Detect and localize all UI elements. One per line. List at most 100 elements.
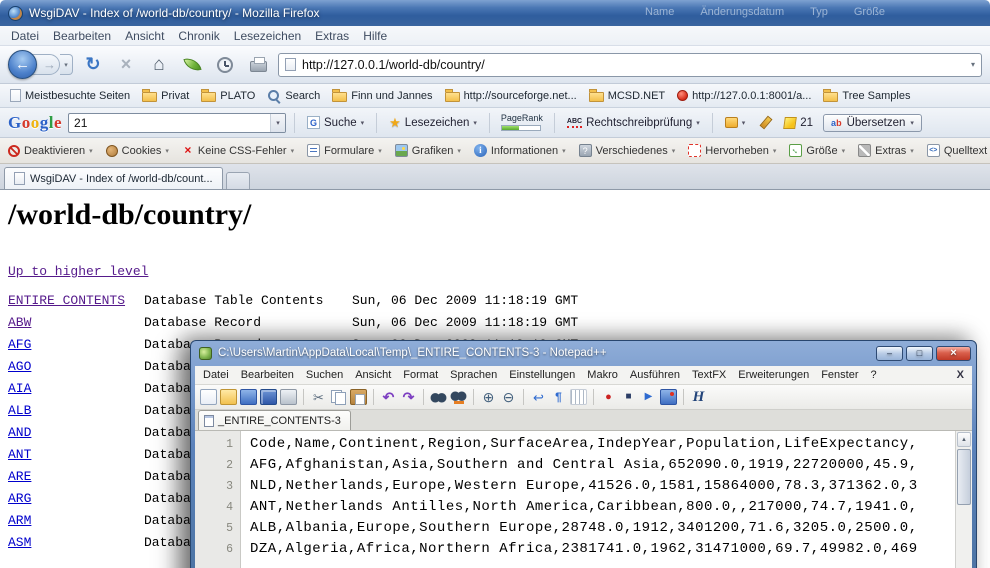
close-button[interactable] [936,346,971,361]
listing-link-abw[interactable]: ABW [0,315,144,330]
up-to-higher-level-link[interactable]: Up to higher level [8,264,148,279]
url-input[interactable]: http://127.0.0.1/world-db/country/ [302,58,485,72]
bookmark-privat[interactable]: Privat [142,89,189,102]
npp-save-button[interactable] [240,389,257,405]
listing-link-afg[interactable]: AFG [0,337,144,352]
npp-menu-erweiterungen[interactable]: Erweiterungen [732,369,815,381]
stop-button[interactable] [113,52,139,78]
bookmark-mcsd-net[interactable]: MCSD.NET [589,89,665,102]
npp-copy-button[interactable] [330,389,347,405]
webdev-quelltext[interactable]: Quelltext [927,144,990,157]
webdev-formulare[interactable]: Formulare [307,144,382,157]
url-dropdown-button[interactable] [971,60,975,69]
npp-word-wrap-button[interactable]: ↩ [530,389,547,405]
npp-print-button[interactable] [280,389,297,405]
listing-link-and[interactable]: AND [0,425,144,440]
translate-button[interactable]: Übersetzen [823,114,922,132]
scrollbar-thumb[interactable] [957,449,971,505]
npp-cut-button[interactable]: ✂ [310,389,327,405]
google-search-button[interactable]: Suche [303,114,368,131]
autofill-button[interactable] [755,114,774,131]
npp-menu-ausf-hren[interactable]: Ausführen [624,369,686,381]
webdev-deaktivieren[interactable]: Deaktivieren [8,145,93,157]
npp-menu-suchen[interactable]: Suchen [300,369,349,381]
send-to-button[interactable] [721,115,750,130]
firefox-menu-lesezeichen[interactable]: Lesezeichen [227,29,308,43]
npp-indent-guide-button[interactable] [570,389,587,405]
listing-link-entire-contents[interactable]: ENTIRE CONTENTS [0,293,144,308]
npp-menu-ansicht[interactable]: Ansicht [349,369,397,381]
firefox-menu-chronik[interactable]: Chronik [171,29,226,43]
bookmark-tree-samples[interactable]: Tree Samples [823,89,910,102]
spellcheck-button[interactable]: Rechtschreibprüfung [563,115,704,131]
listing-link-arm[interactable]: ARM [0,513,144,528]
minimize-button[interactable] [876,346,903,361]
npp-menu-datei[interactable]: Datei [197,369,235,381]
npp-record-macro-button[interactable]: ● [600,389,617,405]
listing-link-alb[interactable]: ALB [0,403,144,418]
npp-find-button[interactable] [430,389,447,405]
npp-document-tab[interactable]: _ENTIRE_CONTENTS-3 [198,410,351,430]
new-tab-stub[interactable] [226,172,250,189]
pagerank-indicator[interactable]: PageRank [498,114,546,131]
firefox-menu-bearbeiten[interactable]: Bearbeiten [46,29,118,43]
google-search-box[interactable] [68,113,286,133]
webdev-informationen[interactable]: Informationen [474,144,566,157]
webdev-extras[interactable]: Extras [858,144,914,157]
npp-menu-fenster[interactable]: Fenster [815,369,864,381]
bookmark-http-127-0-0-1-8001-a[interactable]: http://127.0.0.1:8001/a... [677,90,811,102]
webdev-gr-e[interactable]: Größe [789,144,845,157]
npp-menu-bearbeiten[interactable]: Bearbeiten [235,369,300,381]
webdev-grafiken[interactable]: Grafiken [395,144,461,157]
back-button[interactable] [8,50,37,79]
listing-link-aia[interactable]: AIA [0,381,144,396]
maximize-button[interactable] [906,346,933,361]
listing-link-arg[interactable]: ARG [0,491,144,506]
firefox-menu-extras[interactable]: Extras [308,29,356,43]
npp-html-preview-button[interactable]: H [690,389,707,405]
npp-redo-button[interactable]: ↷ [400,389,417,405]
npp-menu-textfx[interactable]: TextFX [686,369,732,381]
webdev-cookies[interactable]: Cookies [106,145,169,157]
npp-new-file-button[interactable] [200,389,217,405]
print-button[interactable] [245,52,271,78]
bookmark-plato[interactable]: PLATO [201,89,255,102]
listing-link-are[interactable]: ARE [0,469,144,484]
bookmark-search[interactable]: Search [267,89,320,103]
firefox-menu-hilfe[interactable]: Hilfe [356,29,394,43]
refresh-button[interactable] [80,52,106,78]
webdev-verschiedenes[interactable]: Verschiedenes [579,144,676,157]
bookmark-finn-und-jannes[interactable]: Finn und Jannes [332,89,432,102]
npp-open-file-button[interactable] [220,389,237,405]
highlight-button[interactable]: 21 [780,115,817,131]
scroll-up-button[interactable] [957,432,971,447]
npp-titlebar[interactable]: C:\Users\Martin\AppData\Local\Temp\_ENTI… [191,341,976,365]
npp-editor[interactable]: 123456 Code,Name,Continent,Region,Surfac… [195,431,972,568]
npp-zoom-out-button[interactable]: ⊖ [500,389,517,405]
npp-show-all-chars-button[interactable]: ¶ [550,389,567,405]
npp-replace-button[interactable] [450,389,467,405]
history-button[interactable] [212,52,238,78]
listing-link-ago[interactable]: AGO [0,359,144,374]
webdev-keine-css-fehler[interactable]: Keine CSS-Fehler [182,144,294,157]
bookmark-meistbesuchte-seiten[interactable]: Meistbesuchte Seiten [10,89,130,102]
firefox-menu-ansicht[interactable]: Ansicht [118,29,171,43]
url-bar[interactable]: http://127.0.0.1/world-db/country/ [278,53,982,77]
scrollbar-track[interactable] [956,506,972,568]
history-dropdown-button[interactable] [60,54,73,75]
bookmark-http-sourceforge-net[interactable]: http://sourceforge.net... [445,89,577,102]
google-search-input[interactable] [69,116,270,130]
npp-vertical-scrollbar[interactable] [955,431,972,568]
npp-zoom-in-button[interactable]: ⊕ [480,389,497,405]
listing-link-asm[interactable]: ASM [0,535,144,550]
npp-undo-button[interactable]: ↶ [380,389,397,405]
npp-paste-button[interactable] [350,389,367,405]
npp-save-all-button[interactable] [260,389,277,405]
firefox-menu-datei[interactable]: Datei [4,29,46,43]
home-button[interactable] [146,52,172,78]
search-history-dropdown[interactable] [270,114,285,132]
npp-menu-help[interactable]: ? [864,369,882,381]
listing-link-ant[interactable]: ANT [0,447,144,462]
tab-wsgidav[interactable]: WsgiDAV - Index of /world-db/count... [4,167,223,189]
npp-play-macro-button[interactable]: ▶ [640,389,657,405]
